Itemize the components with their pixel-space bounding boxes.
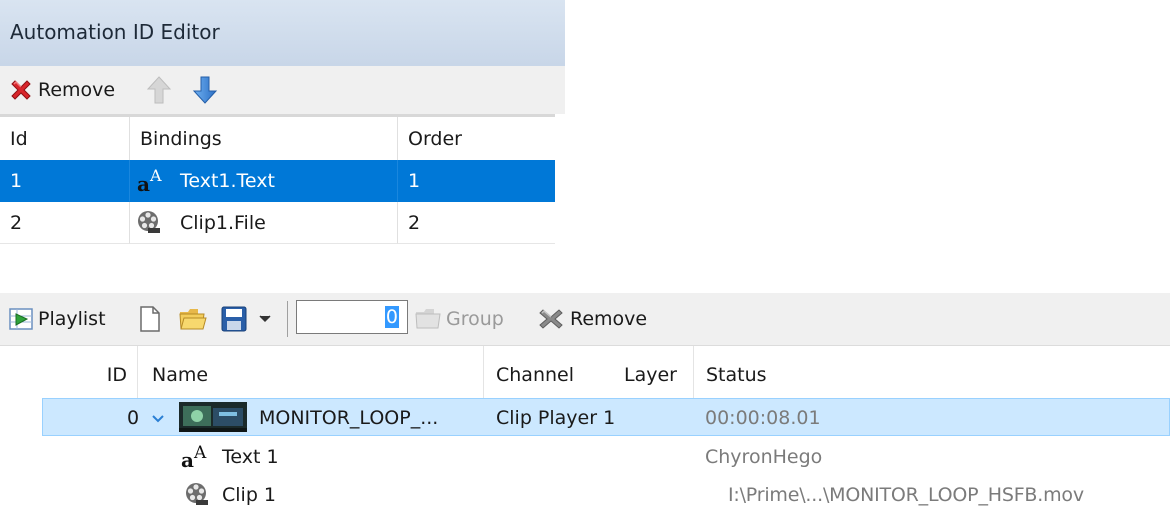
table-header: Id Bindings Order (0, 114, 555, 161)
new-button[interactable] (138, 293, 162, 345)
toolbar-separator (287, 301, 288, 337)
column-header-layer[interactable]: Layer (610, 346, 694, 404)
row-binding: Clip1.File (130, 202, 398, 244)
svg-text:a: a (137, 172, 150, 195)
arrow-down-icon (192, 76, 218, 104)
row-channel: Clip Player 1 (496, 407, 616, 429)
chevron-down-icon (259, 315, 271, 323)
row-status: ChyronHego (705, 446, 823, 468)
clip-thumbnail (179, 402, 247, 432)
text-icon: a A (180, 438, 210, 476)
svg-text:A: A (193, 443, 207, 463)
remove-button[interactable]: Remove (8, 76, 115, 104)
row-binding: a A Text1.Text (130, 160, 398, 202)
column-header-status[interactable]: Status (694, 346, 1170, 404)
row-id: 0 (127, 407, 140, 429)
save-button[interactable] (220, 293, 248, 345)
playlist-icon (9, 308, 33, 330)
number-input[interactable]: 0 (296, 300, 408, 334)
playlist-remove-label: Remove (570, 308, 648, 330)
expand-toggle[interactable] (151, 399, 165, 437)
playlist-header: ID Name Channel Layer Status (0, 345, 1170, 404)
number-input-value: 0 (384, 306, 399, 328)
row-status: 00:00:08.01 (705, 407, 821, 429)
column-header-order[interactable]: Order (398, 117, 555, 161)
playlist-grid: ID Name Channel Layer Status 0 MONITOR_L… (0, 345, 1170, 509)
row-id: 1 (0, 160, 130, 202)
playlist-remove-button[interactable]: Remove (536, 293, 647, 345)
table-row[interactable]: 2 Clip1.File 2 (0, 202, 555, 244)
move-up-button[interactable] (146, 75, 172, 110)
svg-text:a: a (181, 448, 194, 471)
playlist-row[interactable]: a A Text 1 ChyronHego (0, 438, 1170, 476)
automation-toolbar: Remove (0, 66, 565, 114)
row-name: MONITOR_LOOP_... (259, 407, 439, 429)
playlist-button[interactable]: Playlist (8, 293, 106, 345)
playlist-row[interactable]: Clip 1 I:\Prime\...\MONITOR_LOOP_HSFB.mo… (0, 476, 1170, 514)
open-button[interactable] (178, 293, 208, 345)
row-order: 1 (398, 160, 555, 202)
binding-label: Clip1.File (180, 212, 266, 234)
text-icon: a A (136, 160, 180, 202)
row-status: I:\Prime\...\MONITOR_LOOP_HSFB.mov (728, 484, 1084, 506)
playlist-row[interactable]: 0 MONITOR_LOOP_... Clip Player 1 00:00:0… (42, 398, 1170, 436)
chevron-down-icon (152, 414, 164, 422)
red-x-icon (11, 80, 31, 100)
new-document-icon (140, 306, 160, 332)
row-name: Clip 1 (222, 484, 277, 506)
group-button[interactable]: Group (414, 293, 504, 345)
row-name: Text 1 (222, 446, 279, 468)
group-label: Group (446, 308, 504, 330)
film-reel-icon (184, 476, 210, 514)
svg-text:A: A (149, 166, 162, 185)
automation-id-editor-panel: Automation ID Editor Remove Id Bindings … (0, 0, 565, 245)
move-down-button[interactable] (192, 75, 218, 110)
remove-button-label: Remove (38, 79, 116, 101)
column-header-id[interactable]: ID (0, 346, 138, 404)
column-header-name[interactable]: Name (138, 346, 484, 404)
save-dropdown-button[interactable] (258, 293, 272, 345)
folder-icon (179, 309, 207, 330)
row-order: 2 (398, 202, 555, 244)
panel-title-bar: Automation ID Editor (0, 0, 565, 67)
film-reel-icon (136, 202, 180, 244)
table-row[interactable]: 1 a A Text1.Text 1 (0, 160, 555, 202)
gray-x-icon (539, 309, 563, 329)
playlist-toolbar: Playlist 0 Group Remove (0, 293, 1170, 345)
playlist-label: Playlist (38, 308, 106, 330)
column-header-channel[interactable]: Channel (484, 346, 610, 404)
panel-title: Automation ID Editor (10, 20, 220, 44)
column-header-id[interactable]: Id (0, 117, 130, 161)
save-icon (221, 306, 247, 332)
column-header-bindings[interactable]: Bindings (130, 117, 398, 161)
binding-label: Text1.Text (180, 170, 275, 192)
row-id: 2 (0, 202, 130, 244)
arrow-up-icon (146, 76, 172, 104)
group-folder-icon (415, 309, 441, 329)
